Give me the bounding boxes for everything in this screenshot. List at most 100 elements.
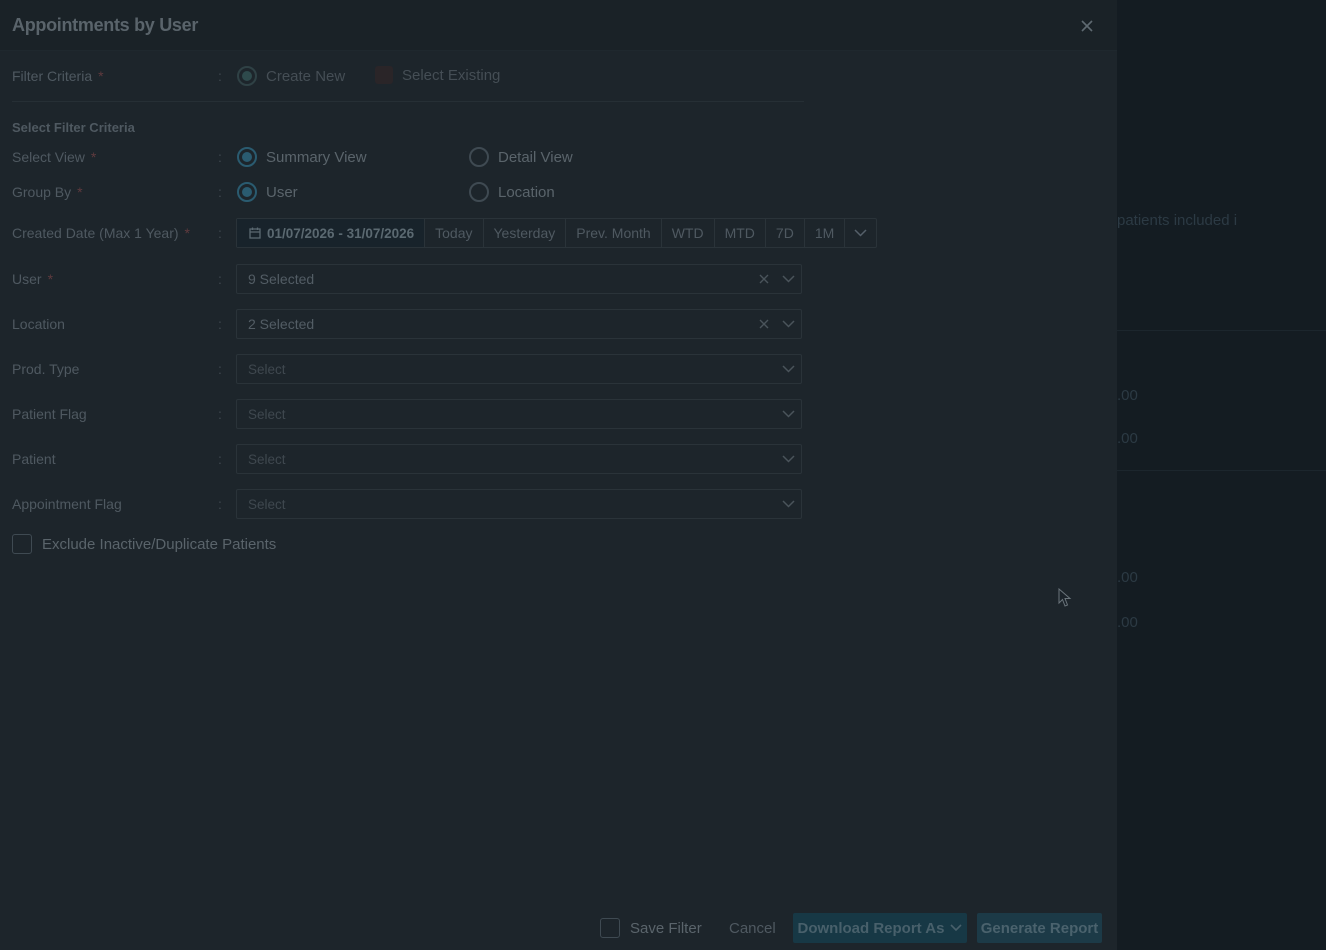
more-presets-button[interactable]: [844, 219, 876, 247]
chevron-down-icon[interactable]: [775, 365, 801, 373]
panel-title: Appointments by User: [12, 15, 199, 35]
colon: :: [218, 406, 222, 422]
colon: :: [218, 316, 222, 332]
clear-icon[interactable]: [753, 316, 775, 333]
panel-footer: Save Filter Cancel Download Report As Ge…: [0, 905, 1117, 950]
preset-prev-month[interactable]: Prev. Month: [565, 219, 660, 247]
background-text: patients included i: [1117, 212, 1238, 229]
background-divider: [1117, 470, 1326, 471]
radio-summary-view[interactable]: Summary View: [237, 147, 367, 167]
divider: [12, 101, 804, 102]
patient-placeholder: Select: [248, 451, 286, 467]
chevron-down-icon[interactable]: [775, 320, 801, 328]
radio-button[interactable]: [469, 147, 489, 167]
prod-type-placeholder: Select: [248, 361, 286, 377]
radio-label: Detail View: [498, 148, 573, 166]
date-range-group: 01/07/2026 - 31/07/2026 Today Yesterday …: [236, 218, 878, 248]
cancel-button[interactable]: Cancel: [717, 913, 788, 943]
preset-today[interactable]: Today: [424, 219, 482, 247]
radio-button[interactable]: [375, 66, 393, 84]
patient-flag-label: Patient Flag: [12, 406, 87, 422]
date-range-value: 01/07/2026 - 31/07/2026: [267, 225, 415, 241]
radio-create-new[interactable]: Create New: [237, 66, 345, 86]
radio-button[interactable]: [237, 182, 257, 202]
download-report-label: Download Report As: [797, 919, 945, 937]
chevron-down-icon[interactable]: [775, 500, 801, 508]
preset-wtd[interactable]: WTD: [660, 219, 714, 247]
prod-type-label: Prod. Type: [12, 361, 80, 377]
required-marker: *: [47, 271, 54, 287]
radio-group-location[interactable]: Location: [469, 182, 555, 202]
save-filter-option[interactable]: Save Filter: [600, 918, 702, 938]
chevron-down-icon[interactable]: [775, 455, 801, 463]
close-icon: [1081, 20, 1093, 32]
radio-detail-view[interactable]: Detail View: [469, 147, 573, 167]
patient-flag-placeholder: Select: [248, 406, 286, 422]
generate-report-button[interactable]: Generate Report: [977, 913, 1102, 943]
colon: :: [218, 496, 222, 512]
report-filter-panel: Appointments by User Filter Criteria * : …: [0, 0, 1117, 950]
user-select-value: 9 Selected: [248, 271, 315, 287]
radio-label: Select Existing: [402, 66, 501, 84]
close-button[interactable]: [1075, 14, 1099, 38]
exclude-inactive-option[interactable]: Exclude Inactive/Duplicate Patients: [12, 534, 276, 554]
background-value: .00: [1117, 569, 1138, 586]
background-page: patients included i .00 .00 .00 .00: [1117, 0, 1326, 950]
colon: :: [218, 68, 222, 84]
mouse-cursor-icon: [1058, 588, 1072, 607]
download-report-button[interactable]: Download Report As: [793, 913, 967, 943]
colon: :: [218, 149, 222, 165]
radio-button[interactable]: [237, 147, 257, 167]
background-divider: [1117, 330, 1326, 331]
radio-group-user[interactable]: User: [237, 182, 298, 202]
preset-7d[interactable]: 7D: [764, 219, 804, 247]
colon: :: [218, 271, 222, 287]
required-marker: *: [184, 225, 190, 241]
chevron-down-icon[interactable]: [775, 275, 801, 283]
calendar-icon: [249, 227, 261, 239]
radio-label: Location: [498, 183, 555, 201]
patient-flag-select[interactable]: Select: [236, 399, 802, 429]
background-value: .00: [1117, 430, 1138, 447]
appointment-flag-label: Appointment Flag: [12, 496, 122, 512]
preset-1m[interactable]: 1M: [803, 219, 844, 247]
preset-yesterday[interactable]: Yesterday: [482, 219, 566, 247]
radio-select-existing[interactable]: Select Existing: [375, 66, 500, 84]
prod-type-select[interactable]: Select: [236, 354, 802, 384]
chevron-down-icon: [950, 924, 963, 932]
exclude-inactive-label: Exclude Inactive/Duplicate Patients: [42, 535, 277, 553]
save-filter-checkbox[interactable]: [600, 918, 620, 938]
save-filter-label: Save Filter: [630, 919, 702, 937]
colon: :: [218, 361, 222, 377]
clear-icon[interactable]: [753, 271, 775, 288]
location-select[interactable]: 2 Selected: [236, 309, 802, 339]
group-by-label: Group By *: [12, 184, 83, 200]
patient-select[interactable]: Select: [236, 444, 802, 474]
location-label: Location: [12, 316, 65, 332]
appointment-flag-select[interactable]: Select: [236, 489, 802, 519]
created-date-label: Created Date (Max 1 Year) *: [12, 225, 190, 241]
colon: :: [218, 225, 222, 241]
select-view-label: Select View *: [12, 149, 97, 165]
user-select[interactable]: 9 Selected: [236, 264, 802, 294]
chevron-down-icon: [854, 229, 867, 237]
colon: :: [218, 184, 222, 200]
radio-label: Create New: [266, 67, 346, 85]
required-marker: *: [90, 149, 97, 165]
chevron-down-icon[interactable]: [775, 410, 801, 418]
radio-label: User: [266, 183, 298, 201]
location-select-value: 2 Selected: [248, 316, 315, 332]
colon: :: [218, 451, 222, 467]
background-value: .00: [1117, 614, 1138, 631]
required-marker: *: [77, 184, 83, 200]
panel-header: Appointments by User: [0, 0, 1117, 51]
background-value: .00: [1117, 387, 1138, 404]
radio-button[interactable]: [237, 66, 257, 86]
exclude-inactive-checkbox[interactable]: [12, 534, 32, 554]
section-title: Select Filter Criteria: [12, 120, 135, 135]
date-range-picker[interactable]: 01/07/2026 - 31/07/2026: [237, 219, 425, 247]
preset-mtd[interactable]: MTD: [713, 219, 765, 247]
radio-button[interactable]: [469, 182, 489, 202]
patient-label: Patient: [12, 451, 56, 467]
required-marker: *: [98, 68, 104, 84]
